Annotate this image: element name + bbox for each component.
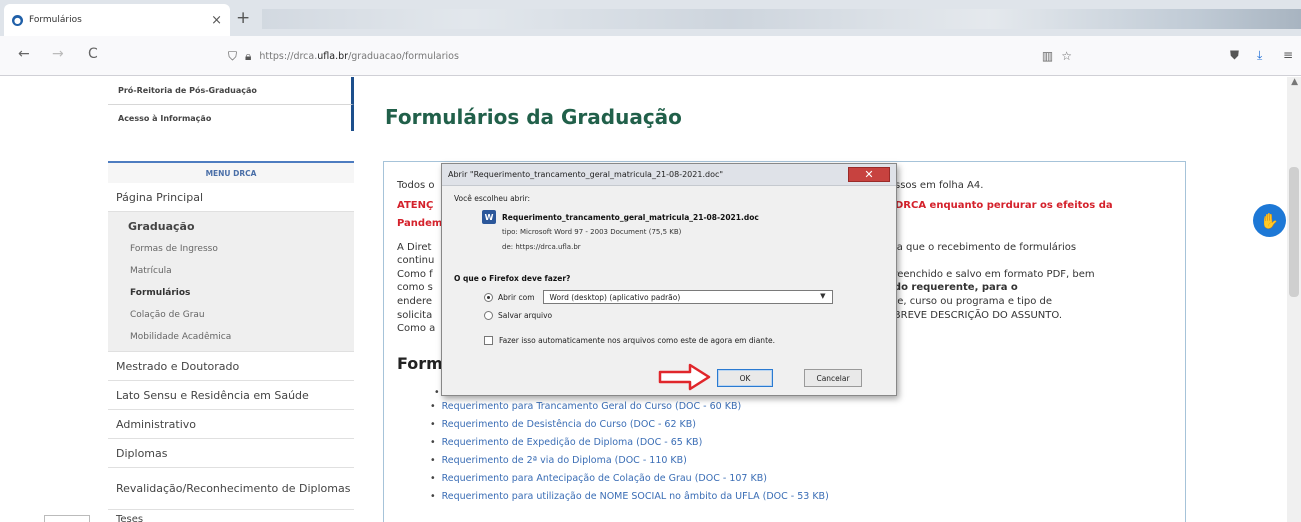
open-with-radio[interactable] <box>484 292 493 302</box>
open-with-label[interactable]: Abrir com <box>498 293 535 302</box>
favicon-icon: ● <box>12 14 23 26</box>
open-with-select[interactable]: Word (desktop) (aplicativo padrão) ▼ <box>542 290 833 304</box>
dialog-title: Abrir "Requerimento_trancamento_geral_ma… <box>442 164 896 186</box>
forms-heading: Form <box>397 354 443 373</box>
body-line-6-right: - BREVE DESCRIÇÃO DO ASSUNTO. <box>887 310 1063 321</box>
download-link-desistencia[interactable]: Requerimento de Desistência do Curso (DO… <box>430 416 829 434</box>
dialog-filename: Requerimento_trancamento_geral_matricula… <box>502 212 759 222</box>
open-with-option[interactable]: Abrir com Word (desktop) (aplicativo pad… <box>484 290 884 304</box>
sidebar-item-lato-sensu[interactable]: Lato Sensu e Residência em Saúde <box>108 381 354 410</box>
sidebar-subitem-formas-ingresso[interactable]: Formas de Ingresso <box>108 239 354 261</box>
sidebar-item-mestrado[interactable]: Mestrado e Doutorado <box>108 352 354 381</box>
link-acesso-informacao[interactable]: Acesso à Informação <box>108 104 354 131</box>
tab-strip-background <box>262 9 1301 29</box>
body-line-5: endere <box>397 296 433 307</box>
body-line-2: continu <box>397 255 435 266</box>
save-file-option[interactable]: Salvar arquivo <box>484 311 884 320</box>
download-icon[interactable]: ⤓ <box>1257 48 1262 63</box>
body-line-3: Como f <box>397 269 433 280</box>
body-line-1: A Diret <box>397 242 432 253</box>
sidebar-item-administrativo[interactable]: Administrativo <box>108 410 354 439</box>
reader-icon[interactable]: ▥ <box>1042 49 1061 63</box>
sidebar-subitem-colacao[interactable]: Colação de Grau <box>108 305 354 327</box>
warning-text-right: DRCA enquanto perdurar os efeitos da <box>895 200 1113 211</box>
body-line-7: Como a <box>397 323 436 334</box>
navigation-bar: ← → C ⛉ 🔒︎ https://drca.ufla.br/graduaca… <box>0 36 1301 76</box>
scrollbar[interactable]: ▲ <box>1287 77 1301 522</box>
dialog-body: Você escolheu abrir: W Requerimento_tran… <box>442 186 896 353</box>
accessibility-hand-icon[interactable]: ✋ <box>1253 204 1286 237</box>
sidebar-subitem-formularios[interactable]: Formulários <box>108 283 354 305</box>
url-text[interactable]: https://drca.ufla.br/graduacao/formulari… <box>259 51 458 62</box>
auto-checkbox[interactable] <box>484 336 493 345</box>
auto-label[interactable]: Fazer isso automaticamente nos arquivos … <box>499 336 775 345</box>
url-bar[interactable]: ⛉ 🔒︎ https://drca.ufla.br/graduacao/form… <box>228 42 1088 70</box>
scroll-up-icon[interactable]: ▲ <box>1291 77 1298 87</box>
dialog-file-source: de: https://drca.ufla.br <box>502 243 581 251</box>
back-button[interactable]: ← <box>18 46 30 62</box>
first-bullet: • <box>434 387 440 398</box>
top-links: Pró-Reitoria de Pós-Graduação Acesso à I… <box>108 77 354 131</box>
pocket-icon[interactable]: ⛊ <box>1230 48 1239 63</box>
word-document-icon: W <box>482 210 496 224</box>
ok-button[interactable]: OK <box>717 369 773 387</box>
sidebar-subitem-mobilidade[interactable]: Mobilidade Acadêmica <box>108 327 354 349</box>
intro-text-right: ssos em folha A4. <box>895 180 984 191</box>
chevron-down-icon: ▼ <box>820 292 826 300</box>
body-line-6: solicita <box>397 310 433 321</box>
page-title: Formulários da Graduação <box>385 105 682 129</box>
dialog-file-row: W Requerimento_trancamento_geral_matricu… <box>454 210 884 224</box>
warning-text-line2: Pandem <box>397 218 443 229</box>
sidebar-item-diplomas[interactable]: Diplomas <box>108 439 354 468</box>
url-actions: ▥☆ <box>1042 49 1080 63</box>
body-line-1-right: ma que o recebimento de formulários <box>887 242 1077 253</box>
dialog-question: O que o Firefox deve fazer? <box>454 274 571 283</box>
body-line-4-right: l do requerente, para o <box>887 282 1018 293</box>
dialog-file-type: tipo: Microsoft Word 97 - 2003 Document … <box>502 228 682 236</box>
sidebar-menu: MENU DRCA Página Principal Graduação For… <box>108 161 354 510</box>
shield-icon[interactable]: ⛉ <box>228 49 237 64</box>
link-pro-reitoria[interactable]: Pró-Reitoria de Pós-Graduação <box>108 77 354 104</box>
lock-icon[interactable]: 🔒︎ <box>245 49 251 64</box>
forward-button[interactable]: → <box>52 46 64 62</box>
bookmark-star-icon[interactable]: ☆ <box>1061 49 1080 63</box>
download-link-expedicao[interactable]: Requerimento de Expedição de Diploma (DO… <box>430 434 829 452</box>
open-with-select-value: Word (desktop) (aplicativo padrão) <box>549 292 681 302</box>
tab-bar: ● Formulários × + <box>0 0 1301 36</box>
tab-close-icon[interactable]: × <box>211 13 222 28</box>
scroll-corner-box <box>44 515 90 522</box>
intro-text-left: Todos o <box>397 180 435 191</box>
download-list: Requerimento para Trancamento Geral do C… <box>430 398 829 506</box>
open-file-dialog: Abrir "Requerimento_trancamento_geral_ma… <box>441 163 897 396</box>
download-link-antecipacao[interactable]: Requerimento para Antecipação de Colação… <box>430 470 829 488</box>
download-link-trancamento[interactable]: Requerimento para Trancamento Geral do C… <box>430 398 829 416</box>
download-link-2via[interactable]: Requerimento de 2ª via do Diploma (DOC -… <box>430 452 829 470</box>
new-tab-button[interactable]: + <box>236 8 250 28</box>
menu-icon[interactable]: ≡ <box>1283 48 1293 62</box>
reload-button[interactable]: C <box>88 46 98 62</box>
body-line-5-right: nte, curso ou programa e tipo de <box>887 296 1053 307</box>
body-line-3-right: preenchido e salvo em formato PDF, bem <box>887 269 1095 280</box>
cancel-button[interactable]: Cancelar <box>804 369 862 387</box>
sidebar-item-teses[interactable]: Teses <box>108 514 143 522</box>
menu-title: MENU DRCA <box>108 161 354 183</box>
browser-tab[interactable]: ● Formulários × <box>4 4 230 36</box>
sidebar-item-revalidacao[interactable]: Revalidação/Reconhecimento de Diplomas <box>108 468 354 510</box>
sidebar-group-graduacao: Graduação Formas de Ingresso Matrícula F… <box>108 212 354 352</box>
save-file-label[interactable]: Salvar arquivo <box>498 311 552 320</box>
auto-option[interactable]: Fazer isso automaticamente nos arquivos … <box>484 336 884 345</box>
body-line-4: como s <box>397 282 433 293</box>
sidebar-subitem-matricula[interactable]: Matrícula <box>108 261 354 283</box>
tab-title: Formulários <box>29 15 82 25</box>
scrollbar-thumb[interactable] <box>1289 167 1299 297</box>
sidebar-item-home[interactable]: Página Principal <box>108 183 354 212</box>
red-arrow-icon <box>658 363 711 391</box>
download-link-nome-social[interactable]: Requerimento para utilização de NOME SOC… <box>430 488 829 506</box>
sidebar-item-graduacao[interactable]: Graduação <box>108 216 354 239</box>
dialog-intro: Você escolheu abrir: <box>454 194 531 203</box>
warning-text-left: ATENÇ <box>397 200 434 211</box>
save-file-radio[interactable] <box>484 311 493 320</box>
dialog-close-button[interactable]: ✕ <box>848 167 890 182</box>
